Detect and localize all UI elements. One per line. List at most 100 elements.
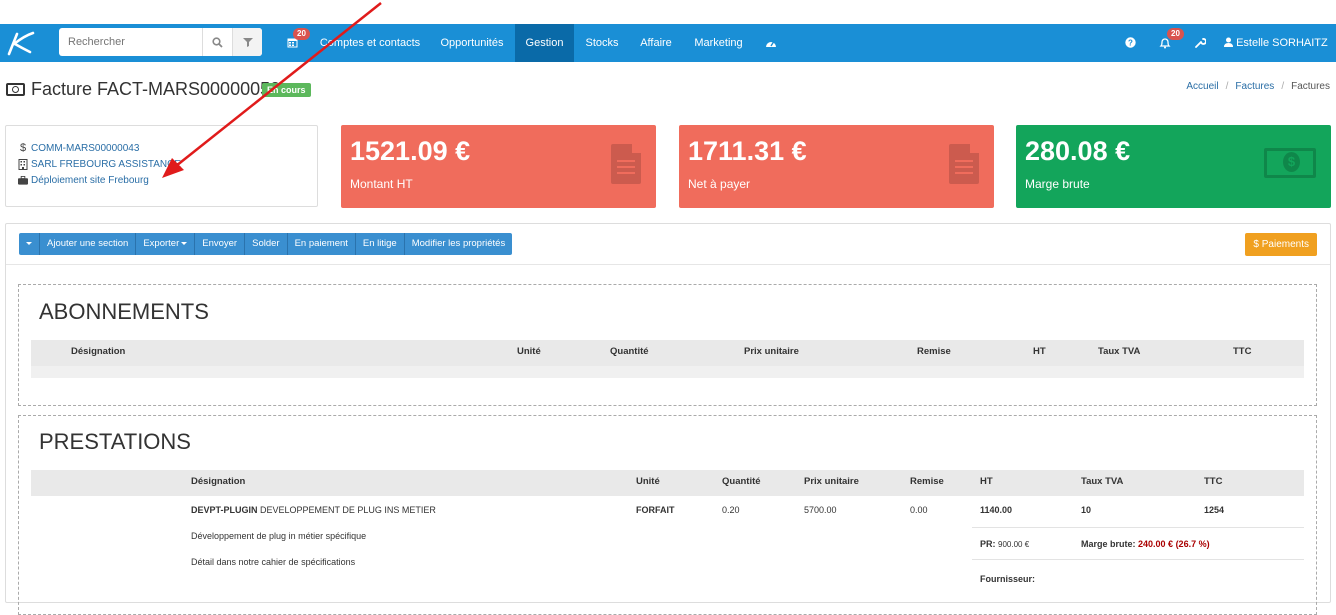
user-name: Estelle SORHAITZ xyxy=(1236,37,1328,49)
row-discount: 0.00 xyxy=(910,505,928,515)
calendar-badge: 20 xyxy=(293,28,310,40)
briefcase-icon xyxy=(18,175,28,185)
invoice-info-box: $ COMM-MARS00000043 SARL FREBOURG ASSIST… xyxy=(5,125,318,207)
payments-button[interactable]: $ Paiements xyxy=(1245,233,1317,256)
document-icon xyxy=(949,144,979,184)
table-header: Désignation Unité Quantité Prix unitaire… xyxy=(31,340,1304,366)
supplier-label: Fournisseur: xyxy=(980,574,1036,584)
row-designation: DEVPT-PLUGIN DEVELOPPEMENT DE PLUG INS M… xyxy=(191,505,436,515)
table-header: Désignation Unité Quantité Prix unitaire… xyxy=(31,470,1304,496)
card-net-a-payer: 1711.31 € Net à payer xyxy=(679,125,994,208)
edit-properties-button[interactable]: Modifier les propriétés xyxy=(404,233,513,255)
building-icon xyxy=(18,158,28,170)
filter-icon xyxy=(242,38,253,47)
caret-down-icon xyxy=(26,241,32,245)
card-value: 280.08 € xyxy=(1025,136,1131,166)
invoice-main-panel: Ajouter une section Exporter Envoyer Sol… xyxy=(5,223,1331,615)
card-value: 1711.31 € xyxy=(688,136,807,166)
row-desc-2: Détail dans notre cahier de spécificatio… xyxy=(191,557,356,567)
invoice-icon xyxy=(6,82,25,96)
user-menu[interactable]: Estelle SORHAITZ xyxy=(1224,24,1334,83)
row-ht: 1140.00 xyxy=(980,505,1013,515)
pr-label: PR: xyxy=(980,539,996,549)
row-divider xyxy=(972,527,1304,528)
search-button[interactable] xyxy=(202,28,232,56)
row-unit-price: 5700.00 xyxy=(804,505,837,515)
user-icon xyxy=(1224,37,1233,47)
project-link[interactable]: Déploiement site Frebourg xyxy=(31,175,149,186)
in-dispute-button[interactable]: En litige xyxy=(355,233,405,255)
caret-down-icon xyxy=(181,241,188,245)
settings-button[interactable] xyxy=(1190,24,1210,62)
nav-gestion[interactable]: Gestion xyxy=(515,24,574,62)
section-abonnements: ABONNEMENTS Désignation Unité Quantité P… xyxy=(18,284,1317,406)
col-ht: HT xyxy=(1033,346,1046,357)
send-button[interactable]: Envoyer xyxy=(195,233,246,255)
export-label: Exporter xyxy=(143,238,180,249)
filter-button[interactable] xyxy=(232,28,262,56)
toolbar-divider xyxy=(6,264,1330,265)
toolbar-dropdown-button[interactable] xyxy=(19,233,40,255)
help-button[interactable]: ? xyxy=(1120,24,1140,62)
row-margin: Marge brute: 240.00 € (26.7 %) xyxy=(1081,539,1210,549)
row-ttc: 1254 xyxy=(1204,505,1225,515)
col-unite: Unité xyxy=(636,476,660,487)
breadcrumb-factures[interactable]: Factures xyxy=(1235,81,1274,92)
nav-comptes-contacts[interactable]: Comptes et contacts xyxy=(312,24,428,62)
money-icon xyxy=(1264,148,1316,178)
card-label: Marge brute xyxy=(1025,177,1090,191)
status-badge: En cours xyxy=(262,83,311,97)
col-quantite: Quantité xyxy=(610,346,649,357)
col-prix-unitaire: Prix unitaire xyxy=(744,346,799,357)
row-code: DEVPT-PLUGIN xyxy=(191,505,258,515)
col-prix-unitaire: Prix unitaire xyxy=(804,476,859,487)
nav-marketing[interactable]: Marketing xyxy=(685,24,752,62)
col-taux-tva: Taux TVA xyxy=(1098,346,1141,357)
document-icon xyxy=(611,144,641,184)
card-label: Net à payer xyxy=(688,177,751,191)
nav-affaire[interactable]: Affaire xyxy=(631,24,681,62)
search-icon xyxy=(212,36,223,48)
search-input[interactable] xyxy=(59,28,202,56)
row-qty: 0.20 xyxy=(722,505,740,515)
nav-stocks[interactable]: Stocks xyxy=(576,24,628,62)
top-navbar: 20 Comptes et contacts Opportunités Gest… xyxy=(0,24,1336,83)
action-toolbar: Ajouter une section Exporter Envoyer Sol… xyxy=(19,233,513,255)
order-link[interactable]: COMM-MARS00000043 xyxy=(31,143,139,154)
col-remise: Remise xyxy=(910,476,944,487)
card-value: 1521.09 € xyxy=(350,136,471,166)
row-name: DEVELOPPEMENT DE PLUG INS METIER xyxy=(260,505,436,515)
page-title: Facture FACT-MARS00000050 xyxy=(6,78,280,100)
margin-label: Marge brute: xyxy=(1081,539,1136,549)
help-icon: ? xyxy=(1124,37,1136,48)
app-logo[interactable] xyxy=(6,30,36,56)
breadcrumb-accueil[interactable]: Accueil xyxy=(1186,81,1218,92)
breadcrumb: Accueil / Factures / Factures xyxy=(1186,81,1330,92)
card-montant-ht: 1521.09 € Montant HT xyxy=(341,125,656,208)
card-marge-brute: 280.08 € Marge brute xyxy=(1016,125,1331,208)
col-taux-tva: Taux TVA xyxy=(1081,476,1124,487)
col-designation: Désignation xyxy=(71,346,126,357)
svg-text:?: ? xyxy=(1128,39,1133,48)
export-button[interactable]: Exporter xyxy=(136,233,196,255)
row-pr: PR: 900.00 € xyxy=(980,539,1029,549)
add-section-button[interactable]: Ajouter une section xyxy=(40,233,137,255)
margin-value: 240.00 € (26.7 %) xyxy=(1138,539,1210,549)
dashboard-icon xyxy=(766,41,776,47)
wrench-icon xyxy=(1194,38,1207,48)
dollar-icon: $ xyxy=(19,142,27,154)
col-unite: Unité xyxy=(517,346,541,357)
page-title-text: Facture FACT-MARS00000050 xyxy=(31,78,281,99)
section-title: ABONNEMENTS xyxy=(39,299,209,324)
in-payment-button[interactable]: En paiement xyxy=(287,233,356,255)
table-footer-row xyxy=(31,366,1304,378)
section-prestations: PRESTATIONS Désignation Unité Quantité P… xyxy=(18,415,1317,615)
company-link[interactable]: SARL FREBOURG ASSISTANCE xyxy=(31,159,181,170)
row-desc-1: Développement de plug in métier spécifiq… xyxy=(191,531,367,541)
dashboard-button[interactable] xyxy=(760,24,782,62)
nav-opportunites[interactable]: Opportunités xyxy=(430,24,514,62)
col-quantite: Quantité xyxy=(722,476,761,487)
pr-value: 900.00 € xyxy=(998,540,1030,549)
settle-button[interactable]: Solder xyxy=(245,233,288,255)
notifications-badge: 20 xyxy=(1167,28,1184,40)
